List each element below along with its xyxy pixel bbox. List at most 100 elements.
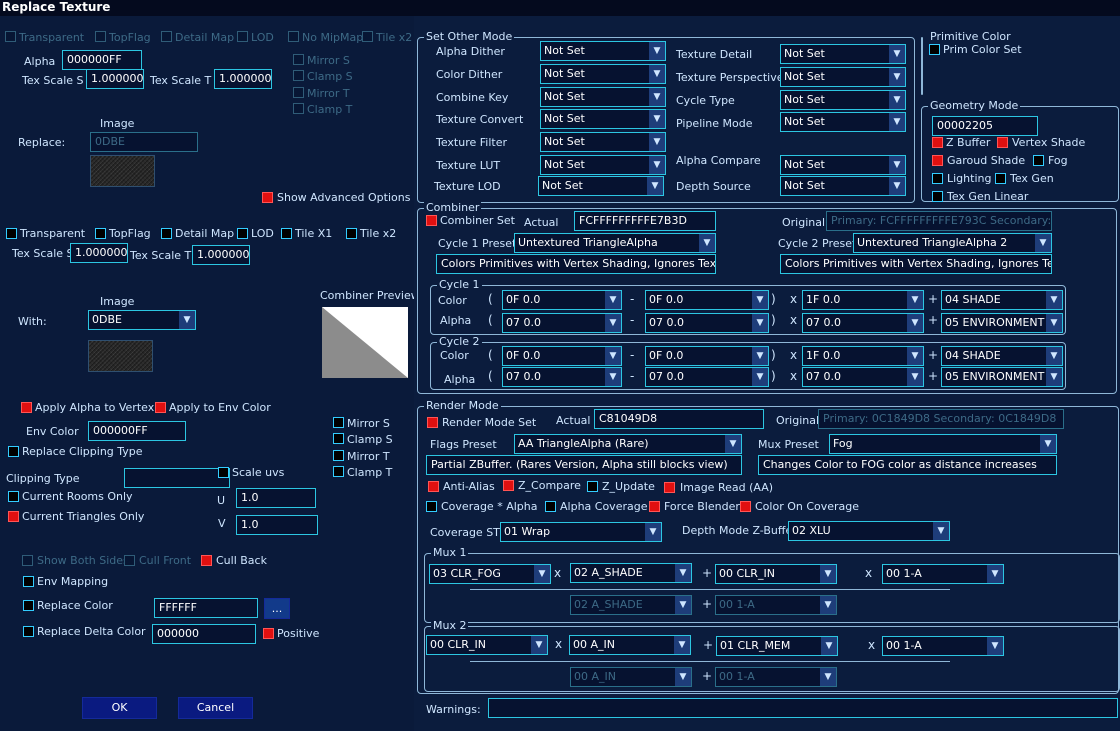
texture-convert-dropdown[interactable]: Not Set ▼: [540, 109, 666, 129]
clamp-s-checkbox[interactable]: [333, 433, 344, 444]
cycle2-alpha-b-dropdown[interactable]: 07 0.0 ▼: [645, 367, 769, 387]
tex-scale-t-field[interactable]: 1.000000: [214, 69, 272, 89]
lighting-checkbox[interactable]: [932, 173, 943, 184]
fog-checkbox[interactable]: [1033, 155, 1044, 166]
texture-detail-dropdown[interactable]: Not Set ▼: [780, 44, 906, 64]
mux2-a-dropdown[interactable]: 00 CLR_IN ▼: [426, 635, 548, 655]
cycle1-color-c-dropdown[interactable]: 1F 0.0 ▼: [802, 290, 924, 310]
color-on-coverage-checkbox[interactable]: [740, 501, 751, 512]
apply-env-color-checkbox[interactable]: [155, 402, 166, 413]
mux1-e-dropdown[interactable]: 02 A_SHADE ▼: [570, 595, 692, 615]
combiner-actual-field[interactable]: FCFFFFFFFFFE7B3D: [574, 211, 716, 231]
with-tile-x1-checkbox[interactable]: [281, 228, 292, 239]
with-tex-scale-t-field[interactable]: 1.000000: [192, 245, 250, 265]
cycle2-alpha-c-dropdown[interactable]: 07 0.0 ▼: [802, 367, 924, 387]
cycle2-preset-dropdown[interactable]: Untextured TriangleAlpha 2 ▼: [853, 233, 1052, 253]
cycle1-color-b-dropdown[interactable]: 0F 0.0 ▼: [645, 290, 769, 310]
replace-image-field[interactable]: 0DBE: [90, 132, 198, 152]
cycle1-alpha-b-dropdown[interactable]: 07 0.0 ▼: [645, 313, 769, 333]
texture-perspective-dropdown[interactable]: Not Set ▼: [780, 67, 906, 87]
mux2-d-dropdown[interactable]: 00 1-A ▼: [882, 636, 1004, 656]
alpha-dither-dropdown[interactable]: Not Set ▼: [540, 41, 666, 61]
tile-x2-checkbox[interactable]: [362, 31, 373, 42]
cycle2-color-a-dropdown[interactable]: 0F 0.0 ▼: [502, 346, 622, 366]
current-triangles-checkbox[interactable]: [8, 511, 19, 522]
coverage-st-dropdown[interactable]: 01 Wrap ▼: [500, 522, 662, 542]
texture-filter-dropdown[interactable]: Not Set ▼: [540, 132, 666, 152]
cycle1-alpha-a-dropdown[interactable]: 07 0.0 ▼: [502, 313, 622, 333]
topflag-checkbox[interactable]: [95, 31, 106, 42]
color-dither-dropdown[interactable]: Not Set ▼: [540, 64, 666, 84]
transparent-checkbox[interactable]: [5, 31, 16, 42]
env-color-field[interactable]: 000000FF: [88, 421, 186, 441]
cycle-type-dropdown[interactable]: Not Set ▼: [780, 90, 906, 110]
mux1-b-dropdown[interactable]: 02 A_SHADE ▼: [570, 563, 692, 583]
cycle1-alpha-d-dropdown[interactable]: 05 ENVIRONMENT ▼: [941, 313, 1063, 333]
z-buffer-checkbox[interactable]: [932, 137, 943, 148]
garoud-shade-checkbox[interactable]: [932, 155, 943, 166]
cycle2-color-b-dropdown[interactable]: 0F 0.0 ▼: [645, 346, 769, 366]
combine-key-dropdown[interactable]: Not Set ▼: [540, 87, 666, 107]
with-tex-scale-s-field[interactable]: 1.000000: [70, 243, 128, 263]
mux2-e-dropdown[interactable]: 00 A_IN ▼: [570, 667, 692, 687]
mux2-b-dropdown[interactable]: 00 A_IN ▼: [569, 635, 691, 655]
combiner-original-field[interactable]: Primary: FCFFFFFFFFFE793C Secondary: FCI: [826, 211, 1052, 231]
cycle2-alpha-d-dropdown[interactable]: 05 ENVIRONMENT ▼: [941, 367, 1063, 387]
geometry-mode-field[interactable]: 00002205: [932, 116, 1038, 136]
color-browse-button[interactable]: ...: [264, 598, 290, 619]
cycle1-color-d-dropdown[interactable]: 04 SHADE ▼: [941, 290, 1063, 310]
replace-color-field[interactable]: FFFFFF: [154, 598, 258, 618]
with-image-dropdown[interactable]: 0DBE ▼: [88, 310, 196, 330]
replace-delta-color-field[interactable]: 000000: [152, 624, 256, 644]
combiner-set-checkbox[interactable]: [426, 215, 437, 226]
clamp-t-checkbox[interactable]: [333, 466, 344, 477]
cycle2-color-d-dropdown[interactable]: 04 SHADE ▼: [941, 346, 1063, 366]
no-mipmap-checkbox[interactable]: [288, 31, 299, 42]
mux1-f-dropdown[interactable]: 00 1-A ▼: [715, 595, 837, 615]
mux1-a-dropdown[interactable]: 03 CLR_FOG ▼: [429, 564, 551, 584]
scale-uvs-checkbox[interactable]: [218, 467, 229, 478]
pipeline-mode-dropdown[interactable]: Not Set ▼: [780, 112, 906, 132]
cycle2-color-c-dropdown[interactable]: 1F 0.0 ▼: [802, 346, 924, 366]
cull-back-checkbox[interactable]: [201, 555, 212, 566]
replace-clipping-checkbox[interactable]: [8, 446, 19, 457]
mux-preset-dropdown[interactable]: Fog ▼: [829, 434, 1057, 454]
clamp-t-top-checkbox[interactable]: [293, 103, 304, 114]
mux2-c-dropdown[interactable]: 01 CLR_MEM ▼: [716, 636, 838, 656]
show-advanced-checkbox[interactable]: [262, 192, 273, 203]
clipping-type-field[interactable]: [124, 468, 230, 488]
anti-alias-checkbox[interactable]: [428, 481, 439, 492]
v-field[interactable]: 1.0: [236, 515, 318, 535]
mirror-t-top-checkbox[interactable]: [293, 87, 304, 98]
replace-delta-color-checkbox[interactable]: [23, 626, 34, 637]
show-both-sides-checkbox[interactable]: [22, 555, 33, 566]
z-compare-checkbox[interactable]: [503, 480, 514, 491]
cycle1-preset-dropdown[interactable]: Untextured TriangleAlpha ▼: [514, 233, 716, 253]
with-lod-checkbox[interactable]: [237, 228, 248, 239]
cycle1-alpha-c-dropdown[interactable]: 07 0.0 ▼: [802, 313, 924, 333]
u-field[interactable]: 1.0: [236, 488, 316, 508]
coverage-alpha-checkbox[interactable]: [426, 501, 437, 512]
mux1-d-dropdown[interactable]: 00 1-A ▼: [882, 564, 1004, 584]
with-transparent-checkbox[interactable]: [6, 228, 17, 239]
lod-checkbox[interactable]: [237, 31, 248, 42]
mirror-s-checkbox[interactable]: [333, 417, 344, 428]
alpha-compare-dropdown[interactable]: Not Set ▼: [780, 155, 906, 175]
cycle1-color-a-dropdown[interactable]: 0F 0.0 ▼: [502, 290, 622, 310]
with-tile-x2-checkbox[interactable]: [346, 228, 357, 239]
alpha-coverage-checkbox[interactable]: [545, 501, 556, 512]
mirror-s-top-checkbox[interactable]: [293, 54, 304, 65]
image-read-checkbox[interactable]: [664, 482, 675, 493]
texture-lod-dropdown[interactable]: Not Set ▼: [538, 176, 664, 196]
tex-gen-linear-checkbox[interactable]: [932, 191, 943, 202]
apply-alpha-vertex-checkbox[interactable]: [21, 402, 32, 413]
replace-color-checkbox[interactable]: [23, 600, 34, 611]
tex-gen-checkbox[interactable]: [995, 173, 1006, 184]
detail-map-checkbox[interactable]: [161, 31, 172, 42]
depth-source-dropdown[interactable]: Not Set ▼: [780, 176, 906, 196]
alpha-field[interactable]: 000000FF: [62, 50, 142, 70]
depth-mode-dropdown[interactable]: 02 XLU ▼: [788, 521, 950, 541]
cycle2-alpha-a-dropdown[interactable]: 07 0.0 ▼: [502, 367, 622, 387]
positive-checkbox[interactable]: [263, 628, 274, 639]
cull-front-checkbox[interactable]: [124, 555, 135, 566]
